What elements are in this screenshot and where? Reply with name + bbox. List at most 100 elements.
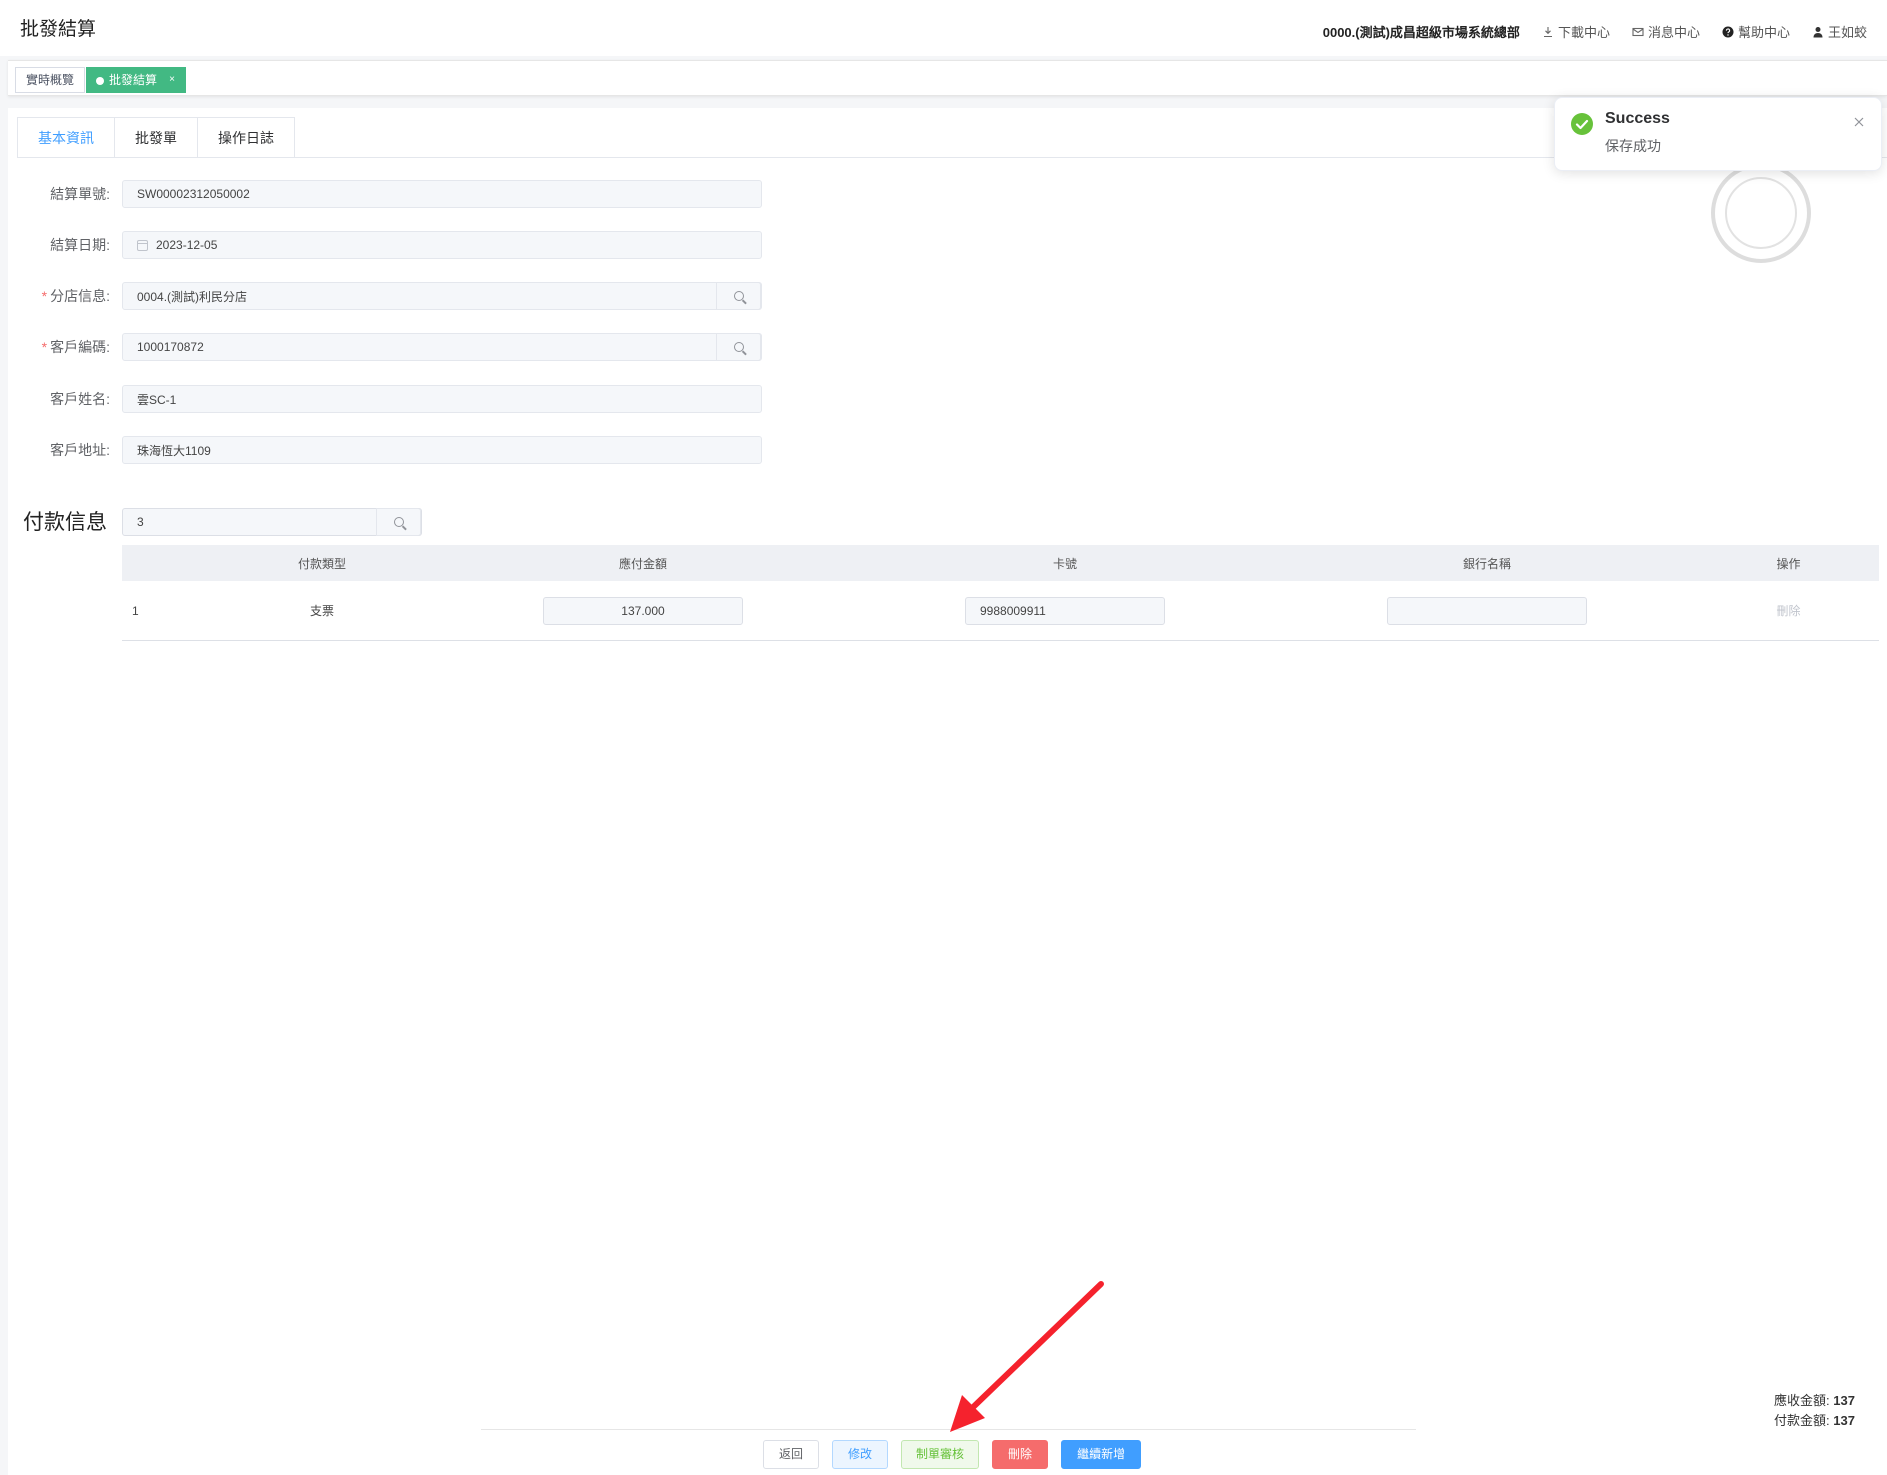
row-delete-link[interactable]: 刪除: [1776, 604, 1800, 618]
customer-code-label: * 客戶編碼:: [30, 337, 122, 357]
paid-total: 付款金額: 137: [1774, 1411, 1855, 1431]
delete-button[interactable]: 刪除: [992, 1440, 1049, 1469]
amount-input[interactable]: 137.000: [543, 596, 743, 625]
download-center-label: 下載中心: [1557, 25, 1610, 40]
col-actions: 操作: [1776, 556, 1801, 571]
tags-view-bar: 實時概覽 批發結算 ×: [8, 60, 1887, 96]
table-row: 1 支票 137.000 9988009911 刪除: [122, 581, 1879, 641]
col-card-no: 卡號: [1052, 556, 1077, 571]
user-menu[interactable]: 王如蛟: [1812, 22, 1867, 41]
col-amount-due: 應付金額: [618, 556, 667, 571]
top-header: 批發結算 0000.(測試)成昌超級市場系統總部 下載中心 消息中心 幫助中心 …: [0, 0, 1887, 56]
customer-address-label: 客戶地址:: [50, 442, 110, 458]
tab-operation-log[interactable]: 操作日誌: [198, 117, 295, 158]
paid-value: 137: [1833, 1413, 1855, 1428]
receivable-label: 應收金額:: [1774, 1393, 1830, 1408]
toast-title: Success: [1605, 110, 1670, 127]
payment-section-title: 付款信息: [23, 511, 107, 534]
message-center-label: 消息中心: [1647, 25, 1700, 40]
customer-address-input[interactable]: 珠海恆大1109: [122, 436, 762, 464]
required-mark: *: [41, 288, 48, 304]
form-row-branch: * 分店信息: 0004.(測試)利民分店: [30, 282, 762, 310]
col-payment-type: 付款類型: [297, 556, 346, 571]
tab-wholesale-orders[interactable]: 批發單: [115, 117, 198, 158]
branch-label-text: 分店信息:: [50, 288, 110, 304]
totals-summary: 應收金額: 137 付款金額: 137: [1774, 1391, 1855, 1431]
edit-button[interactable]: 修改: [832, 1440, 889, 1469]
org-name[interactable]: 0000.(測試)成昌超級市場系統總部: [1323, 22, 1520, 41]
download-icon: [1542, 26, 1554, 38]
message-center-link[interactable]: 消息中心: [1632, 22, 1700, 41]
branch-value: 0004.(測試)利民分店: [137, 289, 248, 304]
payment-search-button[interactable]: [376, 508, 421, 536]
tag-label: 批發結算: [109, 73, 158, 87]
tag-wholesale-settlement[interactable]: 批發結算 ×: [86, 67, 187, 93]
download-center-link[interactable]: 下載中心: [1542, 22, 1610, 41]
payment-table: 付款類型 應付金額 卡號 銀行名稱 操作 1 支票 137.000 998800…: [122, 545, 1879, 641]
settlement-date-label: 結算日期:: [50, 237, 110, 253]
search-icon: [733, 342, 744, 352]
col-bank-name: 銀行名稱: [1462, 556, 1511, 571]
detail-tabs: 基本資訊 批發單 操作日誌: [17, 117, 295, 158]
payment-search-input[interactable]: 3: [122, 508, 422, 536]
form-row-customer-address: 客戶地址: 珠海恆大1109: [30, 436, 762, 464]
customer-name-label: 客戶姓名:: [50, 391, 110, 407]
success-toast: Success 保存成功: [1554, 97, 1882, 171]
branch-input[interactable]: 0004.(測試)利民分店: [122, 282, 762, 310]
footer-button-bar: 返回 修改 制單審核 刪除 繼續新增: [763, 1440, 1142, 1469]
row-payment-type: 支票: [309, 604, 334, 618]
paid-label: 付款金額:: [1774, 1413, 1830, 1428]
help-center-link[interactable]: 幫助中心: [1722, 22, 1790, 41]
toast-message: 保存成功: [1605, 138, 1661, 154]
form-row-customer-code: * 客戶編碼: 1000170872: [30, 333, 762, 361]
settlement-date-input[interactable]: 2023-12-05: [122, 231, 762, 259]
branch-search-button[interactable]: [716, 282, 761, 310]
form-row-settlement-date: 結算日期: 2023-12-05: [30, 231, 762, 259]
row-card-cell: 9988009911: [854, 596, 1276, 625]
unaudited-stamp: [1711, 163, 1811, 263]
close-icon[interactable]: ×: [169, 68, 175, 92]
user-icon: [1812, 26, 1824, 38]
row-bank-cell: [1276, 596, 1698, 625]
customer-code-label-text: 客戶編碼:: [50, 339, 110, 355]
settlement-date-value: 2023-12-05: [156, 238, 218, 252]
calendar-icon: [137, 239, 148, 251]
stamp-inner-ring: [1725, 177, 1797, 249]
bank-name-input[interactable]: [1387, 596, 1587, 625]
help-center-label: 幫助中心: [1737, 25, 1790, 40]
customer-search-button[interactable]: [716, 333, 761, 361]
mail-icon: [1632, 26, 1644, 38]
receivable-total: 應收金額: 137: [1774, 1391, 1855, 1411]
row-index: 1: [132, 603, 139, 618]
header-right: 0000.(測試)成昌超級市場系統總部 下載中心 消息中心 幫助中心 王如蛟: [1323, 22, 1867, 41]
page-title: 批發結算: [20, 19, 97, 40]
row-amount-cell: 137.000: [432, 596, 854, 625]
tab-basic-info[interactable]: 基本資訊: [17, 117, 115, 158]
search-icon: [733, 291, 744, 301]
settlement-no-input[interactable]: SW00002312050002: [122, 180, 762, 208]
footer-divider: [481, 1429, 1416, 1430]
form-row-customer-name: 客戶姓名: 雲SC-1: [30, 385, 762, 413]
form-row-settlement-no: 結算單號: SW00002312050002: [30, 180, 762, 208]
question-circle-icon: [1722, 26, 1734, 38]
main-content: 基本資訊 批發單 操作日誌 結算單號: SW00002312050002 結算日…: [8, 108, 1887, 1475]
settlement-no-label: 結算單號:: [50, 186, 110, 202]
row-action-cell: 刪除: [1698, 602, 1879, 619]
required-mark: *: [41, 339, 48, 355]
payment-table-header: 付款類型 應付金額 卡號 銀行名稱 操作: [122, 545, 1879, 581]
receivable-value: 137: [1833, 1393, 1855, 1408]
tag-overview[interactable]: 實時概覽: [15, 67, 86, 93]
customer-name-input[interactable]: 雲SC-1: [122, 385, 762, 413]
customer-code-value: 1000170872: [137, 340, 204, 354]
user-name: 王如蛟: [1827, 25, 1867, 40]
audit-button[interactable]: 制單審核: [901, 1440, 980, 1469]
branch-label: * 分店信息:: [30, 286, 122, 306]
back-button[interactable]: 返回: [763, 1440, 820, 1469]
active-dot-icon: [96, 77, 104, 85]
search-icon: [393, 517, 404, 527]
success-check-icon: [1571, 113, 1593, 135]
customer-code-input[interactable]: 1000170872: [122, 333, 762, 361]
card-no-input[interactable]: 9988009911: [965, 596, 1165, 625]
close-icon[interactable]: [1853, 116, 1865, 128]
continue-add-button[interactable]: 繼續新增: [1061, 1440, 1142, 1469]
